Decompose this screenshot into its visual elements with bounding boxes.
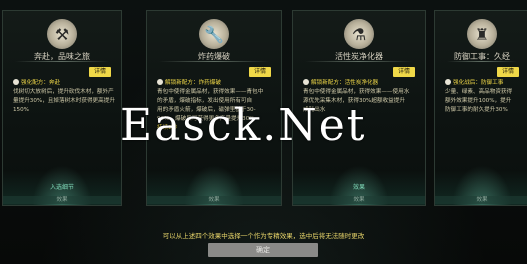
site-watermark: Easck.Net — [120, 100, 367, 151]
body-line: 强化战后：防御工事 — [453, 80, 504, 86]
flask-icon: ⚗ — [344, 19, 374, 49]
hammer-icon: ⚒ — [47, 19, 77, 49]
card-caption: 效果 — [435, 196, 527, 204]
detail-button[interactable]: 详情 — [393, 67, 415, 77]
bullet-icon — [13, 79, 19, 85]
card-body: 强化配方：奔赴 伐树切大放树后，提升砍伐木材，额外产 量提升30%，且掉落树木时… — [13, 79, 115, 115]
body-line: 青包中使得金属品材，获得效果——使用水 — [303, 89, 410, 95]
body-line: 少量、绿素、高品物资获得 — [445, 89, 513, 95]
body-line: 强化配方：奔赴 — [21, 80, 61, 86]
card-caption: 效果 — [3, 196, 121, 204]
wrench-icon: 🔧 — [199, 19, 229, 49]
card-tag: 入选细节 — [49, 184, 74, 191]
body-line: 解锁新配方：炸药爆破 — [165, 80, 221, 86]
detail-button[interactable]: 详情 — [497, 67, 519, 77]
body-line: 防御工事的耐久提升30% — [445, 107, 508, 113]
body-line: 150% — [13, 107, 29, 113]
confirm-button[interactable]: 确定 — [208, 243, 318, 257]
title-divider — [159, 61, 269, 62]
card-caption: 效果 — [147, 196, 281, 204]
detail-button[interactable]: 详情 — [89, 67, 111, 77]
body-line: 青包中使得金属品材，获得效果——青包中 — [157, 89, 264, 95]
body-line: 伐树切大放树后，提升砍伐木材，额外产 — [13, 89, 114, 95]
card-body: 强化战后：防御工事 少量、绿素、高品物资获得 额外效果提升100%，提升 防御工… — [445, 79, 523, 115]
perk-card-1[interactable]: ⚒ 奔赴，品味之旅 详情 强化配方：奔赴 伐树切大放树后，提升砍伐木材，额外产 … — [2, 10, 122, 206]
body-line: 解锁新配方：活性炭净化器 — [311, 80, 379, 86]
title-divider — [447, 61, 517, 62]
perk-selection-screen: ⚒ 奔赴，品味之旅 详情 强化配方：奔赴 伐树切大放树后，提升砍伐木材，额外产 … — [0, 0, 527, 264]
card-caption: 效果 — [293, 196, 425, 204]
detail-button[interactable]: 详情 — [249, 67, 271, 77]
tower-icon: ♜ — [467, 19, 497, 49]
title-divider — [15, 61, 109, 62]
body-line: 额外效果提升100%，提升 — [445, 98, 512, 104]
title-divider — [305, 61, 413, 62]
card-tag: 效果 — [352, 184, 365, 191]
body-line: 量提升30%，且掉落树木时获得更高提升 — [13, 98, 115, 104]
bullet-icon — [445, 79, 451, 85]
bullet-icon — [303, 79, 309, 85]
selection-hint: 可以从上述四个效果中选择一个作为专精效果，选中后将无法随时更改 — [162, 232, 365, 240]
perk-card-4[interactable]: ♜ 防御工事：久经 详情 强化战后：防御工事 少量、绿素、高品物资获得 额外效果… — [434, 10, 527, 206]
bullet-icon — [157, 79, 163, 85]
